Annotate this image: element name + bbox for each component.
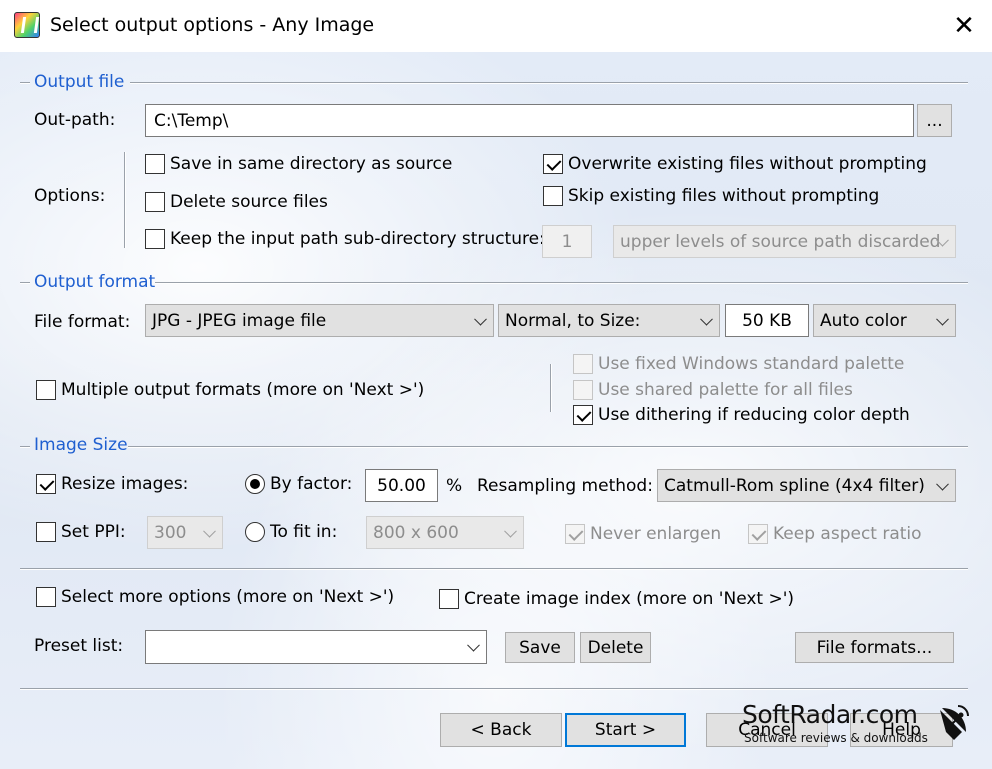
window-title: Select output options - Any Image — [50, 14, 375, 36]
quality-mode-dropdown[interactable]: Normal, to Size: — [498, 304, 720, 337]
dialog-body: Output file Out-path: C:\Temp\ ... Optio… — [0, 52, 992, 769]
resampling-method-label: Resampling method: — [477, 476, 653, 496]
chevron-down-icon — [467, 638, 480, 652]
set-ppi-checkbox[interactable]: Set PPI: — [36, 522, 126, 542]
keep-subdirectory-checkbox[interactable]: Keep the input path sub-directory struct… — [145, 229, 545, 249]
checkbox-icon — [36, 522, 56, 542]
satellite-dish-icon — [940, 705, 969, 740]
output-format-divider-left — [20, 282, 30, 284]
file-formats-button[interactable]: File formats... — [795, 632, 954, 663]
out-path-label: Out-path: — [34, 110, 116, 130]
multiple-output-formats-checkbox[interactable]: Multiple output formats (more on 'Next >… — [36, 380, 424, 400]
shared-palette-checkbox[interactable]: Use shared palette for all files — [573, 380, 853, 400]
save-same-directory-checkbox[interactable]: Save in same directory as source — [145, 154, 452, 174]
title-bar: Select output options - Any Image ✕ — [0, 0, 992, 52]
radio-icon — [245, 522, 265, 542]
overwrite-existing-checkbox[interactable]: Overwrite existing files without prompti… — [543, 154, 927, 174]
fit-size-dropdown: 800 x 600 — [366, 516, 524, 549]
by-factor-radio[interactable]: By factor: — [245, 474, 352, 494]
checkbox-icon — [573, 354, 593, 374]
checkbox-icon — [145, 229, 165, 249]
percent-sign: % — [446, 476, 463, 496]
chevron-down-icon — [504, 524, 517, 538]
levels-spinner: 1 — [542, 225, 592, 258]
checkbox-icon — [543, 186, 563, 206]
back-button[interactable]: < Back — [440, 713, 562, 747]
keep-aspect-ratio-checkbox[interactable]: Keep aspect ratio — [748, 524, 922, 544]
output-file-section-title: Output file — [34, 72, 125, 92]
watermark-title: SoftRadar.com — [742, 700, 918, 729]
to-fit-in-radio[interactable]: To fit in: — [245, 522, 337, 542]
target-size-input[interactable]: 50 KB — [725, 304, 809, 337]
image-size-divider-left — [20, 446, 30, 448]
create-image-index-checkbox[interactable]: Create image index (more on 'Next >') — [439, 589, 794, 609]
skip-existing-checkbox[interactable]: Skip existing files without prompting — [543, 186, 879, 206]
image-size-section-title: Image Size — [34, 435, 128, 455]
chevron-down-icon — [203, 524, 216, 538]
file-format-label: File format: — [34, 312, 131, 332]
any-image-app-icon — [14, 12, 40, 38]
checkbox-checked-icon — [565, 524, 585, 544]
file-format-dropdown[interactable]: JPG - JPEG image file — [145, 304, 494, 337]
softradar-watermark: SoftRadar.com Software reviews & downloa… — [742, 700, 972, 750]
start-button[interactable]: Start > — [565, 713, 686, 747]
watermark-subtitle: Software reviews & downloads — [744, 731, 928, 745]
close-button[interactable]: ✕ — [944, 6, 984, 46]
radio-selected-icon — [245, 474, 265, 494]
checkbox-checked-icon — [36, 474, 56, 494]
palette-separator — [550, 364, 552, 412]
preset-save-button[interactable]: Save — [505, 632, 575, 663]
dithering-checkbox[interactable]: Use dithering if reducing color depth — [573, 405, 910, 425]
output-format-section-title: Output format — [34, 272, 156, 292]
factor-input[interactable]: 50.00 — [365, 469, 438, 502]
resampling-method-dropdown[interactable]: Catmull-Rom spline (4x4 filter) — [657, 469, 956, 502]
fixed-palette-checkbox[interactable]: Use fixed Windows standard palette — [573, 354, 904, 374]
options-label: Options: — [34, 186, 106, 206]
checkbox-icon — [573, 380, 593, 400]
chevron-down-icon — [474, 312, 487, 326]
output-file-divider — [130, 82, 968, 84]
footer-divider — [20, 688, 968, 690]
output-format-divider — [155, 282, 968, 284]
chevron-down-icon — [936, 477, 949, 491]
color-mode-dropdown[interactable]: Auto color — [813, 304, 956, 337]
delete-source-files-checkbox[interactable]: Delete source files — [145, 192, 328, 212]
checkbox-icon — [145, 192, 165, 212]
preset-delete-button[interactable]: Delete — [580, 632, 651, 663]
select-more-options-checkbox[interactable]: Select more options (more on 'Next >') — [36, 587, 394, 607]
image-size-divider — [128, 446, 968, 448]
checkbox-icon — [145, 154, 165, 174]
output-file-divider-left — [20, 82, 30, 84]
never-enlarge-checkbox[interactable]: Never enlargen — [565, 524, 721, 544]
ppi-dropdown: 300 — [147, 516, 223, 549]
checkbox-icon — [439, 589, 459, 609]
browse-button[interactable]: ... — [917, 104, 952, 137]
preset-list-dropdown[interactable] — [145, 630, 487, 664]
resize-images-checkbox[interactable]: Resize images: — [36, 474, 188, 494]
checkbox-checked-icon — [748, 524, 768, 544]
options-separator — [124, 152, 126, 248]
more-options-divider — [20, 568, 968, 570]
checkbox-icon — [36, 587, 56, 607]
preset-list-label: Preset list: — [34, 636, 124, 656]
chevron-down-icon — [936, 312, 949, 326]
checkbox-icon — [36, 380, 56, 400]
checkbox-checked-icon — [573, 405, 593, 425]
out-path-input[interactable]: C:\Temp\ — [145, 104, 914, 137]
chevron-down-icon — [700, 312, 713, 326]
levels-dropdown: upper levels of source path discarded — [613, 225, 956, 258]
checkbox-checked-icon — [543, 154, 563, 174]
